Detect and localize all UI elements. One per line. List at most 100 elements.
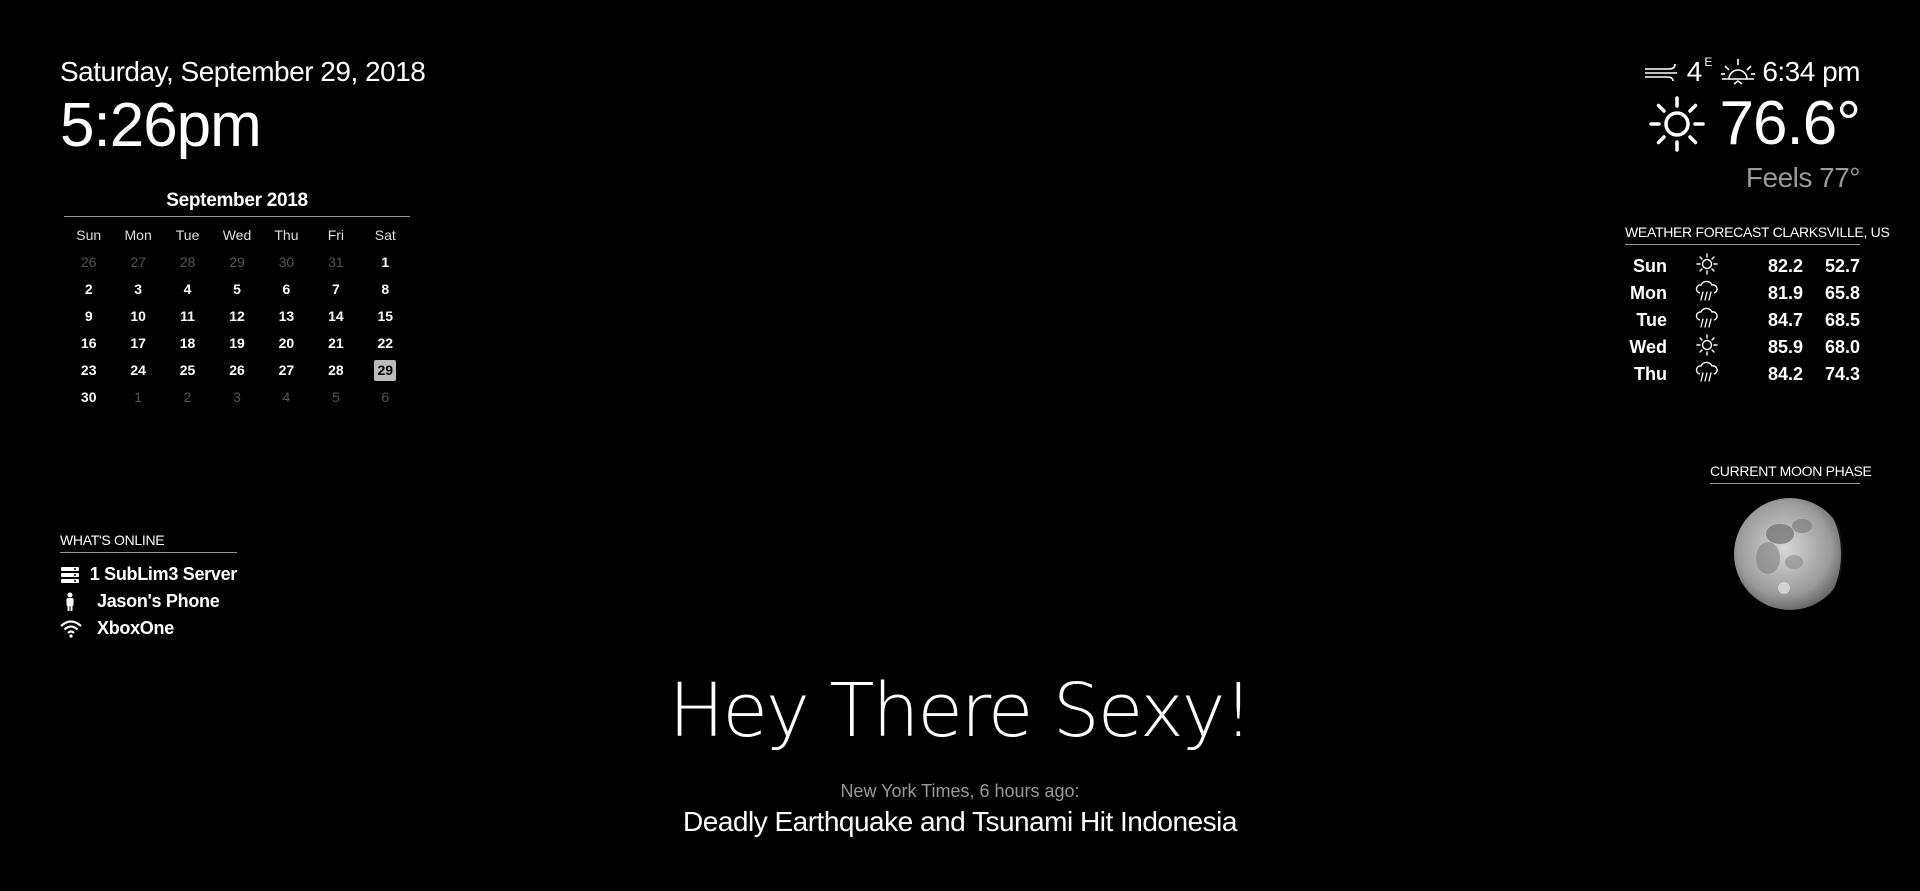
calendar-weekday: Fri (327, 227, 345, 243)
calendar-day-number: 12 (229, 308, 245, 324)
forecast-min-temp: 68.5 (1824, 310, 1860, 330)
calendar-day-number: 3 (233, 389, 241, 405)
calendar-day: 1 (361, 249, 410, 276)
moon-phase-module: CURRENT MOON PHASE (1710, 463, 1872, 617)
calendar-weekday: Tue (175, 227, 200, 243)
calendar-day-number: 11 (180, 308, 195, 324)
calendar: September 2018 Sun Mon Tue Wed Thu Fri Sat 26 27… (64, 190, 410, 411)
forecast-max-temp: 82.2 (1767, 256, 1803, 276)
calendar-weekday: Wed (222, 227, 252, 243)
wind-speed: 4 (1686, 56, 1703, 87)
calendar-day-number: 5 (233, 281, 241, 297)
forecast-row: Sun 82.2 52.7 (1625, 253, 1860, 280)
calendar-day: 3 (113, 276, 162, 303)
calendar-day-number: 26 (80, 254, 97, 270)
server-icon (60, 566, 90, 584)
calendar-day: 10 (113, 303, 162, 330)
calendar-day-number: 28 (328, 362, 344, 378)
calendar-day: 14 (311, 303, 360, 330)
calendar-day: 4 (262, 384, 311, 411)
calendar-weekday: Sun (76, 227, 102, 243)
calendar-day-number: 22 (377, 335, 394, 351)
current-temperature: 76.6° (1648, 88, 1861, 159)
calendar-day: 26 (64, 249, 113, 276)
calendar-day-number: 7 (331, 281, 340, 297)
calendar-grid: Sun Mon Tue Wed Thu Fri Sat 26 27 28 29 30 31 1 2 3 4 5 6 7… (64, 221, 410, 411)
calendar-title: September 2018 (64, 190, 410, 217)
calendar-day-today: 29 (361, 357, 410, 384)
calendar-day: 11 (163, 303, 212, 330)
calendar-day-number: 27 (278, 362, 295, 378)
temperature-value: 76.6° (1719, 89, 1861, 158)
calendar-day: 3 (212, 384, 261, 411)
calendar-day: 12 (212, 303, 261, 330)
forecast-max-temp: 85.9 (1767, 337, 1803, 357)
calendar-day: 5 (212, 276, 261, 303)
rain-icon (1667, 280, 1747, 307)
calendar-day-number: 19 (229, 335, 245, 351)
calendar-day-number: 4 (282, 389, 291, 405)
forecast-day: Sun (1633, 256, 1667, 276)
forecast-row: Wed 85.9 68.0 (1625, 334, 1860, 361)
calendar-day: 27 (113, 249, 162, 276)
moon-icon (1732, 496, 1860, 617)
calendar-day-number: 31 (328, 254, 344, 270)
calendar-day-number: 2 (84, 281, 93, 297)
calendar-day-number: 14 (328, 308, 344, 324)
forecast-max-temp: 84.2 (1767, 364, 1803, 384)
calendar-day: 1 (113, 384, 162, 411)
calendar-day: 15 (361, 303, 410, 330)
forecast-row: Thu 84.2 74.3 (1625, 361, 1860, 388)
calendar-day: 28 (163, 249, 212, 276)
calendar-day-number: 3 (134, 281, 143, 297)
forecast-day: Wed (1629, 337, 1667, 357)
current-weather-details: 4 E 6:34 pm (1643, 55, 1860, 88)
calendar-day-number: 4 (183, 281, 192, 297)
forecast-header: WEATHER FORECAST CLARKSVILLE, US (1625, 224, 1890, 245)
calendar-weekday: Sat (374, 227, 396, 243)
calendar-day: 8 (361, 276, 410, 303)
calendar-weekday: Mon (124, 227, 152, 243)
calendar-day: 5 (311, 384, 360, 411)
calendar-day: 13 (262, 303, 311, 330)
calendar-day: 17 (113, 330, 162, 357)
calendar-day-number: 15 (377, 308, 394, 324)
sun-icon (1667, 334, 1747, 361)
online-device-item: Jason's Phone (60, 588, 237, 615)
forecast-max-temp: 84.7 (1767, 310, 1803, 330)
calendar-day: 18 (163, 330, 212, 357)
weather-forecast-module: WEATHER FORECAST CLARKSVILLE, US Sun 82.2… (1625, 224, 1890, 388)
calendar-day: 6 (262, 276, 311, 303)
calendar-day-number: 20 (278, 335, 295, 351)
calendar-day: 24 (113, 357, 162, 384)
calendar-day-number: 1 (134, 389, 143, 405)
online-device-item: 1 SubLim3 Server (60, 561, 237, 588)
wifi-icon (60, 619, 97, 638)
calendar-weekday: Thu (274, 227, 299, 243)
whats-online-header: WHAT'S ONLINE (60, 532, 237, 553)
calendar-day-number: 27 (130, 254, 146, 270)
calendar-day: 4 (163, 276, 212, 303)
calendar-day-number: 23 (80, 362, 97, 378)
forecast-day: Tue (1636, 310, 1667, 330)
online-device-label: XboxOne (97, 618, 174, 638)
calendar-day: 28 (311, 357, 360, 384)
calendar-day-number: 21 (328, 335, 344, 351)
forecast-row: Tue 84.7 68.5 (1625, 307, 1860, 334)
calendar-day: 2 (64, 276, 113, 303)
calendar-day-number: 6 (381, 389, 390, 405)
calendar-day-number: 18 (179, 335, 196, 351)
forecast-row: Mon 81.9 65.8 (1625, 280, 1860, 307)
calendar-day-number: 26 (229, 362, 245, 378)
calendar-day-number: 30 (80, 389, 97, 405)
forecast-min-temp: 74.3 (1824, 364, 1860, 384)
calendar-day: 30 (262, 249, 311, 276)
mirror-screen: Saturday, September 29, 2018 5:26pm Sept… (0, 0, 1920, 891)
online-device-label: 1 SubLim3 Server (89, 564, 238, 584)
news-headline: Deadly Earthquake and Tsunami Hit Indone… (683, 806, 1237, 837)
sunset-icon (1720, 57, 1756, 87)
calendar-day: 31 (311, 249, 360, 276)
wind-direction: E (1704, 55, 1713, 69)
calendar-day: 20 (262, 330, 311, 357)
forecast-day: Thu (1634, 364, 1667, 384)
